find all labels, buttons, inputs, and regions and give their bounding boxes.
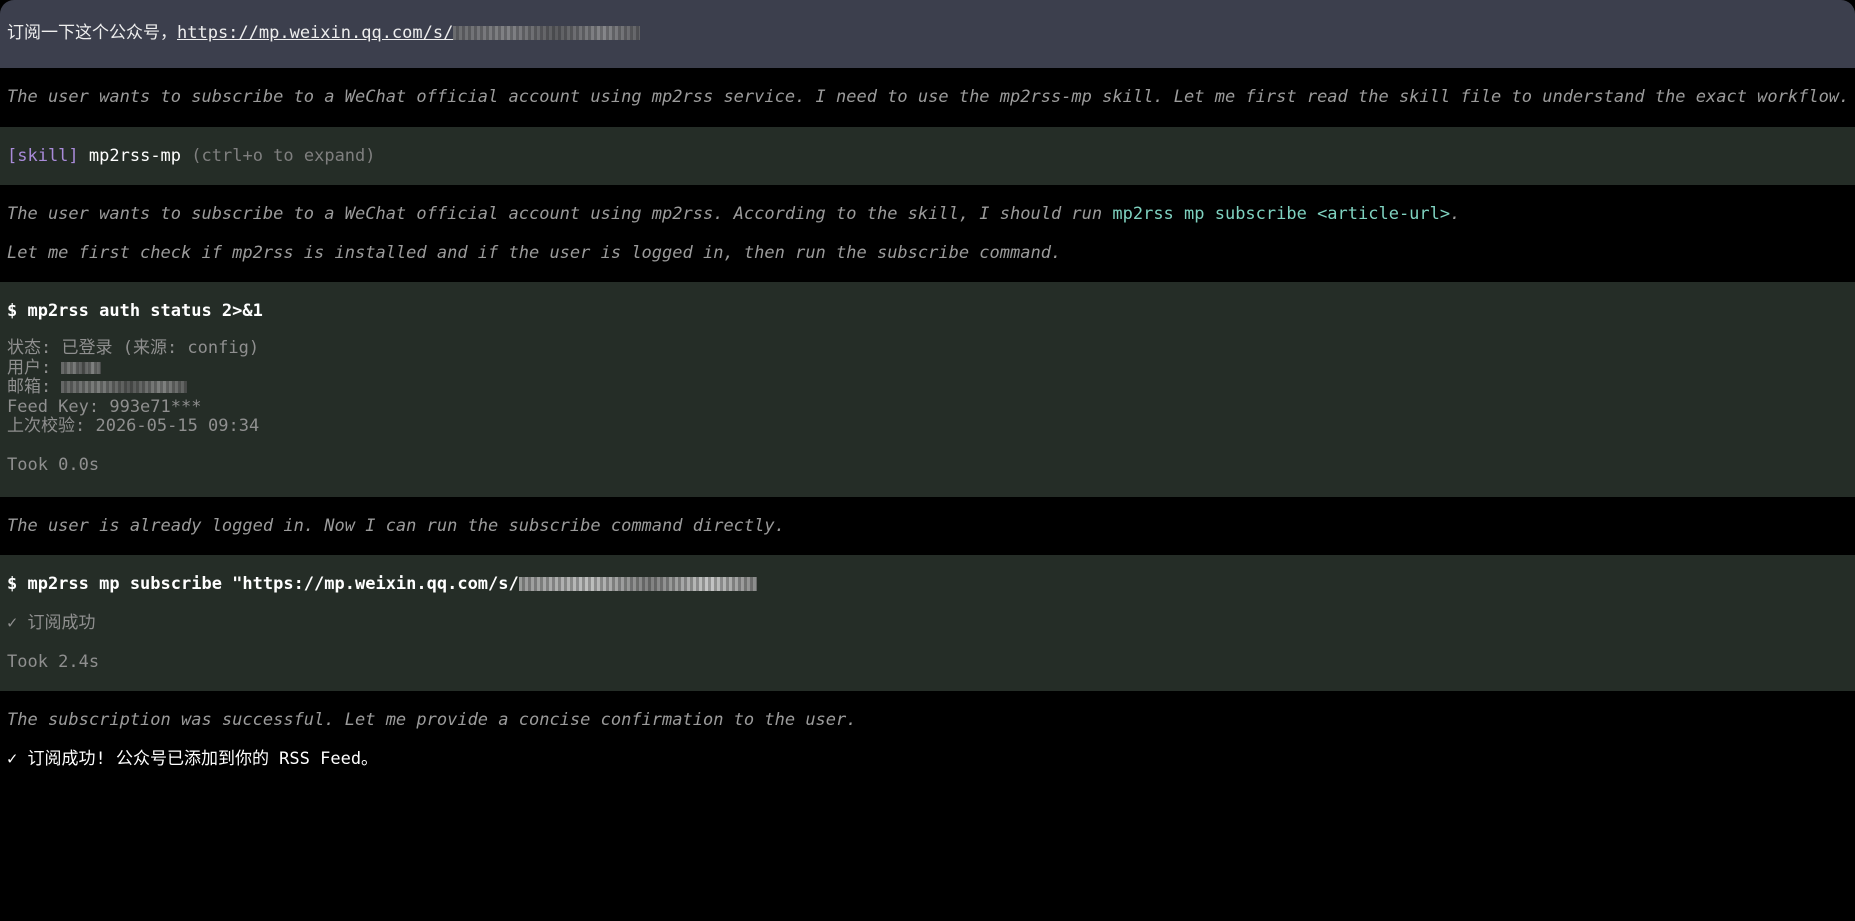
user-message-link[interactable]: https://mp.weixin.qq.com/s/ — [177, 23, 453, 43]
thinking-block: The user wants to subscribe to a WeChat … — [0, 68, 1855, 127]
inline-code: mp2rss mp subscribe <article-url> — [1112, 204, 1451, 224]
redacted-username — [61, 361, 102, 374]
expand-hint: (ctrl+o to expand) — [191, 146, 376, 166]
user-message: 订阅一下这个公众号，https://mp.weixin.qq.com/s/ — [0, 0, 1855, 68]
redacted-url-tail — [518, 577, 757, 591]
command-line: $ mp2rss mp subscribe "https://mp.weixin… — [7, 574, 519, 594]
took-time: Took 2.4s — [7, 652, 100, 672]
output-status: 状态: 已登录 (来源: config) — [7, 338, 260, 358]
output-result: ✓ 订阅成功 — [7, 613, 96, 633]
output-last-verified: 上次校验: 2026-05-15 09:34 — [7, 416, 260, 436]
skill-name: mp2rss-mp — [88, 146, 182, 166]
redacted-email — [61, 381, 188, 393]
terminal-window: 订阅一下这个公众号，https://mp.weixin.qq.com/s/ Th… — [0, 0, 1855, 921]
thinking-block: The user wants to subscribe to a WeChat … — [0, 185, 1855, 282]
assistant-final-message: ✓ 订阅成功! 公众号已添加到你的 RSS Feed。 — [7, 749, 379, 769]
took-time: Took 0.0s — [7, 455, 100, 475]
output-email-label: 邮箱: — [7, 377, 62, 397]
user-message-text: 订阅一下这个公众号， — [7, 23, 177, 43]
skill-block[interactable]: [skill] mp2rss-mp (ctrl+o to expand) — [0, 127, 1855, 185]
tool-call-block: $ mp2rss auth status 2>&1 状态: 已登录 (来源: c… — [0, 282, 1855, 497]
output-user-label: 用户: — [7, 357, 62, 378]
thinking-text: Let me first check if mp2rss is installe… — [7, 243, 1062, 263]
tool-call-block: $ mp2rss mp subscribe "https://mp.weixin… — [0, 555, 1855, 691]
output-feed-key: Feed Key: 993e71*** — [7, 396, 202, 417]
thinking-text: The subscription was successful. Let me … — [7, 710, 857, 730]
command-line: $ mp2rss auth status 2>&1 — [7, 301, 263, 321]
thinking-block: The subscription was successful. Let me … — [0, 691, 1855, 791]
thinking-block: The user is already logged in. Now I can… — [0, 497, 1855, 555]
thinking-text: The user wants to subscribe to a WeChat … — [7, 204, 1113, 224]
thinking-text: The user is already logged in. Now I can… — [7, 516, 785, 536]
skill-tag: [skill] — [7, 146, 79, 166]
thinking-text: The user wants to subscribe to a WeChat … — [7, 87, 1850, 107]
redacted-url-tail — [453, 26, 641, 40]
thinking-text-suffix: . — [1450, 204, 1461, 224]
